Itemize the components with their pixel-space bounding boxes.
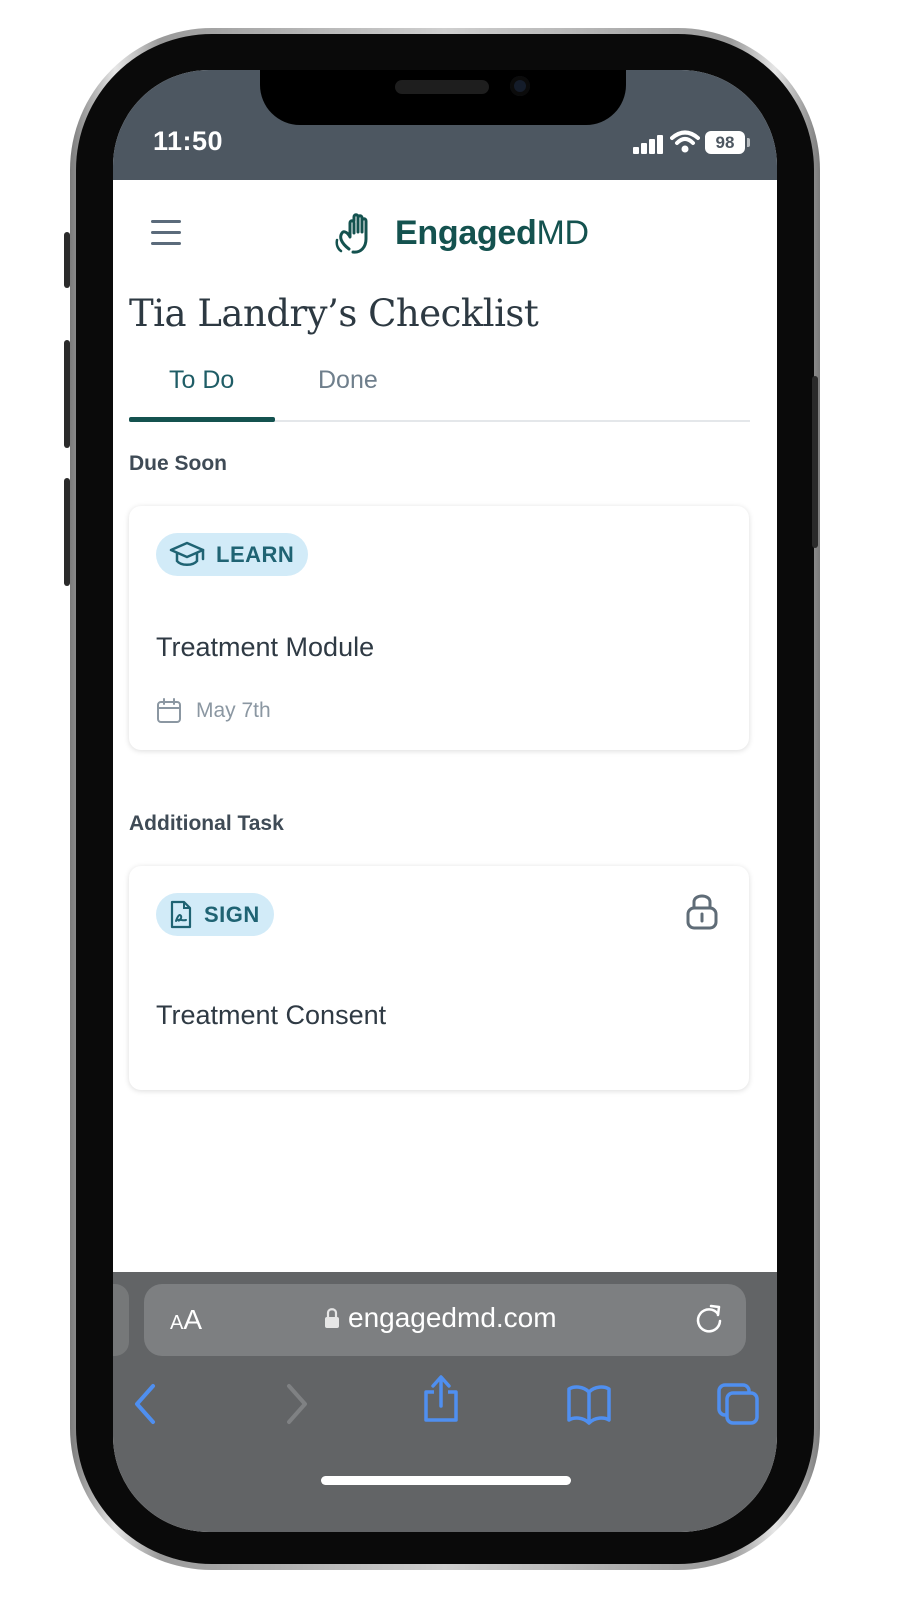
volume-up-button xyxy=(64,340,70,448)
phone-screen: 11:50 98 EngagedMD Tia Landry’s Checklis… xyxy=(113,70,777,1532)
task-card-treatment-module[interactable]: LEARN Treatment Module May 7th xyxy=(129,506,749,750)
tab-to-do[interactable]: To Do xyxy=(169,366,234,395)
lock-icon xyxy=(325,1308,339,1328)
wifi-icon xyxy=(670,130,700,153)
url-text: engagedmd.com xyxy=(348,1302,557,1333)
section-label-due-soon: Due Soon xyxy=(129,452,227,475)
due-date: May 7th xyxy=(196,699,271,722)
task-title: Treatment Module xyxy=(156,632,375,662)
tab-done[interactable]: Done xyxy=(318,366,378,395)
address-bar[interactable]: AA engagedmd.com xyxy=(144,1284,746,1356)
logo-wordmark: EngagedMD xyxy=(395,214,589,253)
back-icon[interactable] xyxy=(131,1382,161,1426)
share-icon[interactable] xyxy=(421,1374,461,1424)
home-indicator[interactable] xyxy=(321,1476,571,1485)
browser-nav-row xyxy=(113,1375,777,1442)
battery-indicator: 98 xyxy=(705,131,745,154)
badge-label: LEARN xyxy=(216,541,295,567)
previous-tab-peek[interactable] xyxy=(113,1284,129,1356)
task-title: Treatment Consent xyxy=(156,1000,387,1030)
status-time: 11:50 xyxy=(153,126,224,156)
mute-switch xyxy=(64,232,70,288)
section-label-additional-task: Additional Task xyxy=(129,812,284,835)
power-button xyxy=(812,376,818,548)
reload-icon[interactable] xyxy=(692,1302,726,1336)
active-tab-indicator xyxy=(129,417,275,422)
logo-light-text: MD xyxy=(536,213,589,252)
signature-document-icon xyxy=(170,900,192,928)
text-size-button[interactable]: AA xyxy=(170,1304,202,1336)
learn-badge: LEARN xyxy=(156,533,309,576)
sign-badge: SIGN xyxy=(156,893,274,936)
task-card-treatment-consent[interactable]: SIGN Treatment Consent xyxy=(129,866,749,1090)
tabs-icon[interactable] xyxy=(716,1382,760,1426)
badge-label: SIGN xyxy=(204,901,260,927)
waving-hand-icon xyxy=(335,213,368,254)
front-camera xyxy=(510,76,530,96)
calendar-icon xyxy=(157,698,181,723)
volume-down-button xyxy=(64,478,70,586)
lock-icon xyxy=(686,894,718,930)
earpiece-speaker xyxy=(395,80,489,94)
engagedmd-logo[interactable]: EngagedMD xyxy=(335,208,589,258)
page-title: Tia Landry’s Checklist xyxy=(129,292,539,335)
bookmarks-icon[interactable] xyxy=(566,1382,612,1426)
due-date-row: May 7th xyxy=(156,698,271,724)
notch xyxy=(260,70,626,125)
cellular-signal-icon xyxy=(633,134,665,154)
text-size-small: A xyxy=(170,1312,184,1334)
hamburger-menu-icon[interactable] xyxy=(151,220,185,246)
browser-toolbar: AA engagedmd.com xyxy=(113,1272,777,1532)
url-display[interactable]: engagedmd.com xyxy=(324,1302,557,1334)
logo-bold-text: Engaged xyxy=(395,213,537,252)
forward-icon[interactable] xyxy=(281,1382,311,1426)
battery-nub xyxy=(747,138,750,147)
checklist-tabs: To Do Done xyxy=(129,352,750,422)
text-size-big: A xyxy=(183,1304,203,1335)
graduation-cap-icon xyxy=(169,541,205,566)
